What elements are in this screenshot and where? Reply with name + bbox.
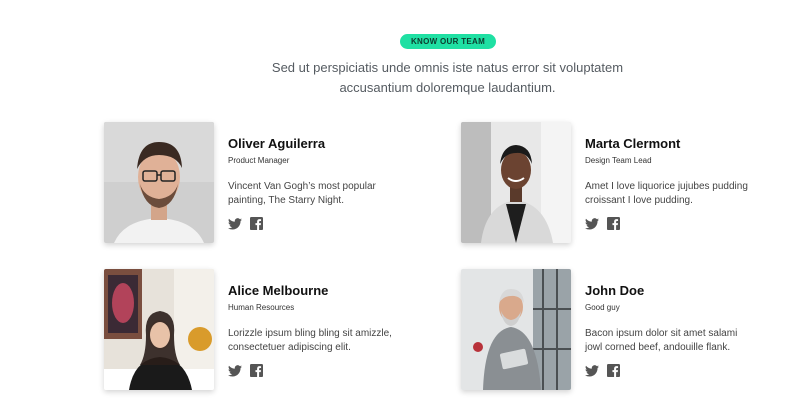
portrait-image bbox=[104, 269, 214, 390]
facebook-icon bbox=[607, 217, 620, 230]
member-role: Good guy bbox=[585, 303, 620, 312]
member-role: Design Team Lead bbox=[585, 156, 652, 165]
bio-line: Bacon ipsum dolor sit amet salami bbox=[585, 328, 738, 339]
member-photo bbox=[461, 122, 571, 243]
twitter-icon bbox=[228, 364, 242, 377]
twitter-icon bbox=[585, 364, 599, 377]
member-bio: Vincent Van Gogh’s most popular painting… bbox=[228, 180, 438, 208]
team-member-card: Alice Melbourne Human Resources Lorizzle… bbox=[104, 269, 434, 391]
bio-line: consectetuer adipiscing elit. bbox=[228, 342, 351, 353]
twitter-icon bbox=[228, 217, 242, 230]
team-member-card: Marta Clermont Design Team Lead Amet I l… bbox=[461, 122, 791, 244]
member-name: John Doe bbox=[585, 283, 645, 298]
member-bio: Lorizzle ipsum bling bling sit amizzle, … bbox=[228, 327, 438, 355]
twitter-icon bbox=[585, 217, 599, 230]
bio-line: Lorizzle ipsum bling bling sit amizzle, bbox=[228, 328, 392, 339]
social-links bbox=[585, 217, 795, 230]
facebook-link[interactable] bbox=[250, 364, 263, 377]
member-bio: Bacon ipsum dolor sit amet salami jowl c… bbox=[585, 327, 795, 355]
member-name: Alice Melbourne bbox=[228, 283, 329, 298]
facebook-icon bbox=[250, 364, 263, 377]
intro-line: Sed ut perspiciatis unde omnis iste natu… bbox=[271, 60, 624, 75]
member-photo bbox=[104, 122, 214, 243]
member-role: Human Resources bbox=[228, 303, 295, 312]
bio-line: Vincent Van Gogh’s most popular bbox=[228, 181, 376, 192]
team-member-card: John Doe Good guy Bacon ipsum dolor sit … bbox=[461, 269, 791, 391]
facebook-link[interactable] bbox=[250, 217, 263, 230]
social-links bbox=[228, 217, 438, 230]
twitter-link[interactable] bbox=[585, 364, 599, 377]
bio-line: croissant I love pudding. bbox=[585, 195, 693, 206]
team-section: KNOW OUR TEAM Sed ut perspiciatis unde o… bbox=[0, 0, 810, 413]
bio-line: Amet I love liquorice jujubes pudding bbox=[585, 181, 748, 192]
member-role: Product Manager bbox=[228, 156, 290, 165]
portrait-image bbox=[104, 122, 214, 243]
twitter-link[interactable] bbox=[228, 217, 242, 230]
section-badge: KNOW OUR TEAM bbox=[400, 34, 496, 49]
social-links bbox=[585, 364, 795, 377]
member-name: Oliver Aguilerra bbox=[228, 136, 326, 151]
twitter-link[interactable] bbox=[228, 364, 242, 377]
member-name: Marta Clermont bbox=[585, 136, 681, 151]
member-photo bbox=[104, 269, 214, 390]
member-photo bbox=[461, 269, 571, 390]
twitter-link[interactable] bbox=[585, 217, 599, 230]
social-links bbox=[228, 364, 438, 377]
bio-line: jowl corned beef, andouille flank. bbox=[585, 342, 731, 353]
facebook-icon bbox=[607, 364, 620, 377]
portrait-image bbox=[461, 269, 571, 390]
bio-line: painting, The Starry Night. bbox=[228, 195, 344, 206]
facebook-icon bbox=[250, 217, 263, 230]
facebook-link[interactable] bbox=[607, 217, 620, 230]
portrait-image bbox=[461, 122, 571, 243]
section-intro: Sed ut perspiciatis unde omnis iste natu… bbox=[230, 58, 665, 98]
team-member-card: Oliver Aguilerra Product Manager Vincent… bbox=[104, 122, 434, 244]
facebook-link[interactable] bbox=[607, 364, 620, 377]
intro-line: accusantium doloremque laudantium. bbox=[339, 80, 556, 95]
member-bio: Amet I love liquorice jujubes pudding cr… bbox=[585, 180, 795, 208]
